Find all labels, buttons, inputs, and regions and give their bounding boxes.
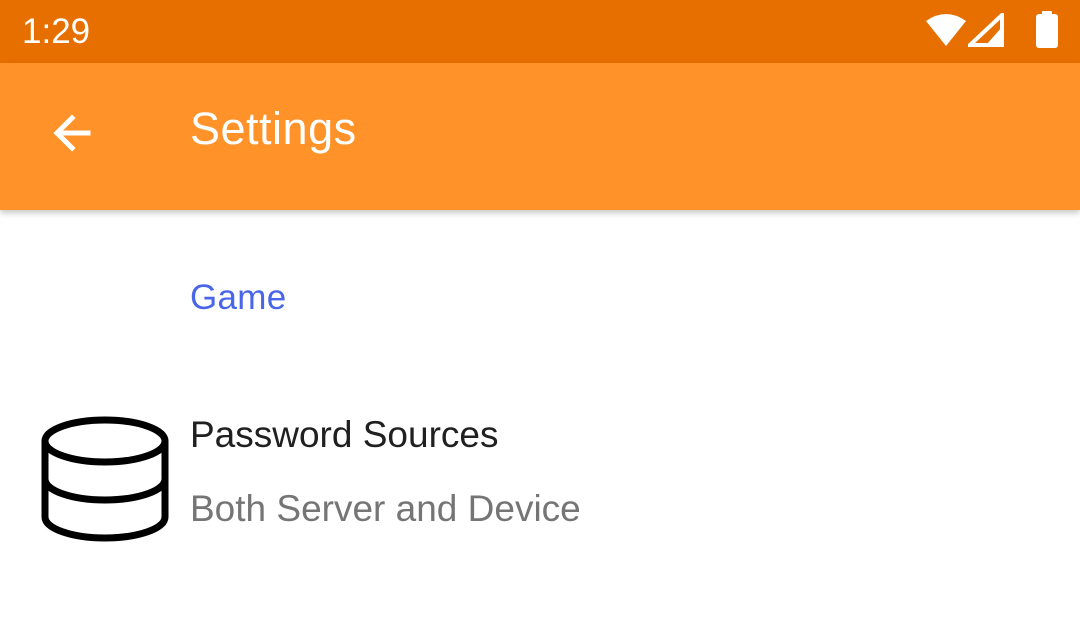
status-icons [920,0,1080,63]
settings-list: Game Password Sources Both Server and De… [0,210,1080,628]
preference-title: Password Sources [190,414,499,455]
database-icon [41,416,169,542]
arrow-back-icon [53,114,91,152]
wifi-icon [926,14,966,46]
battery-icon [1036,11,1058,48]
category-title-game: Game [190,278,287,317]
cell-signal-icon [968,13,1004,47]
status-time: 1:29 [22,12,91,51]
preference-summary: Both Server and Device [190,488,581,529]
back-button[interactable] [26,87,118,179]
preference-password-sources[interactable]: Password Sources Both Server and Device [0,390,1080,570]
status-bar: 1:29 [0,0,1080,63]
app-bar: Settings [0,63,1080,210]
page-title: Settings [190,103,357,154]
